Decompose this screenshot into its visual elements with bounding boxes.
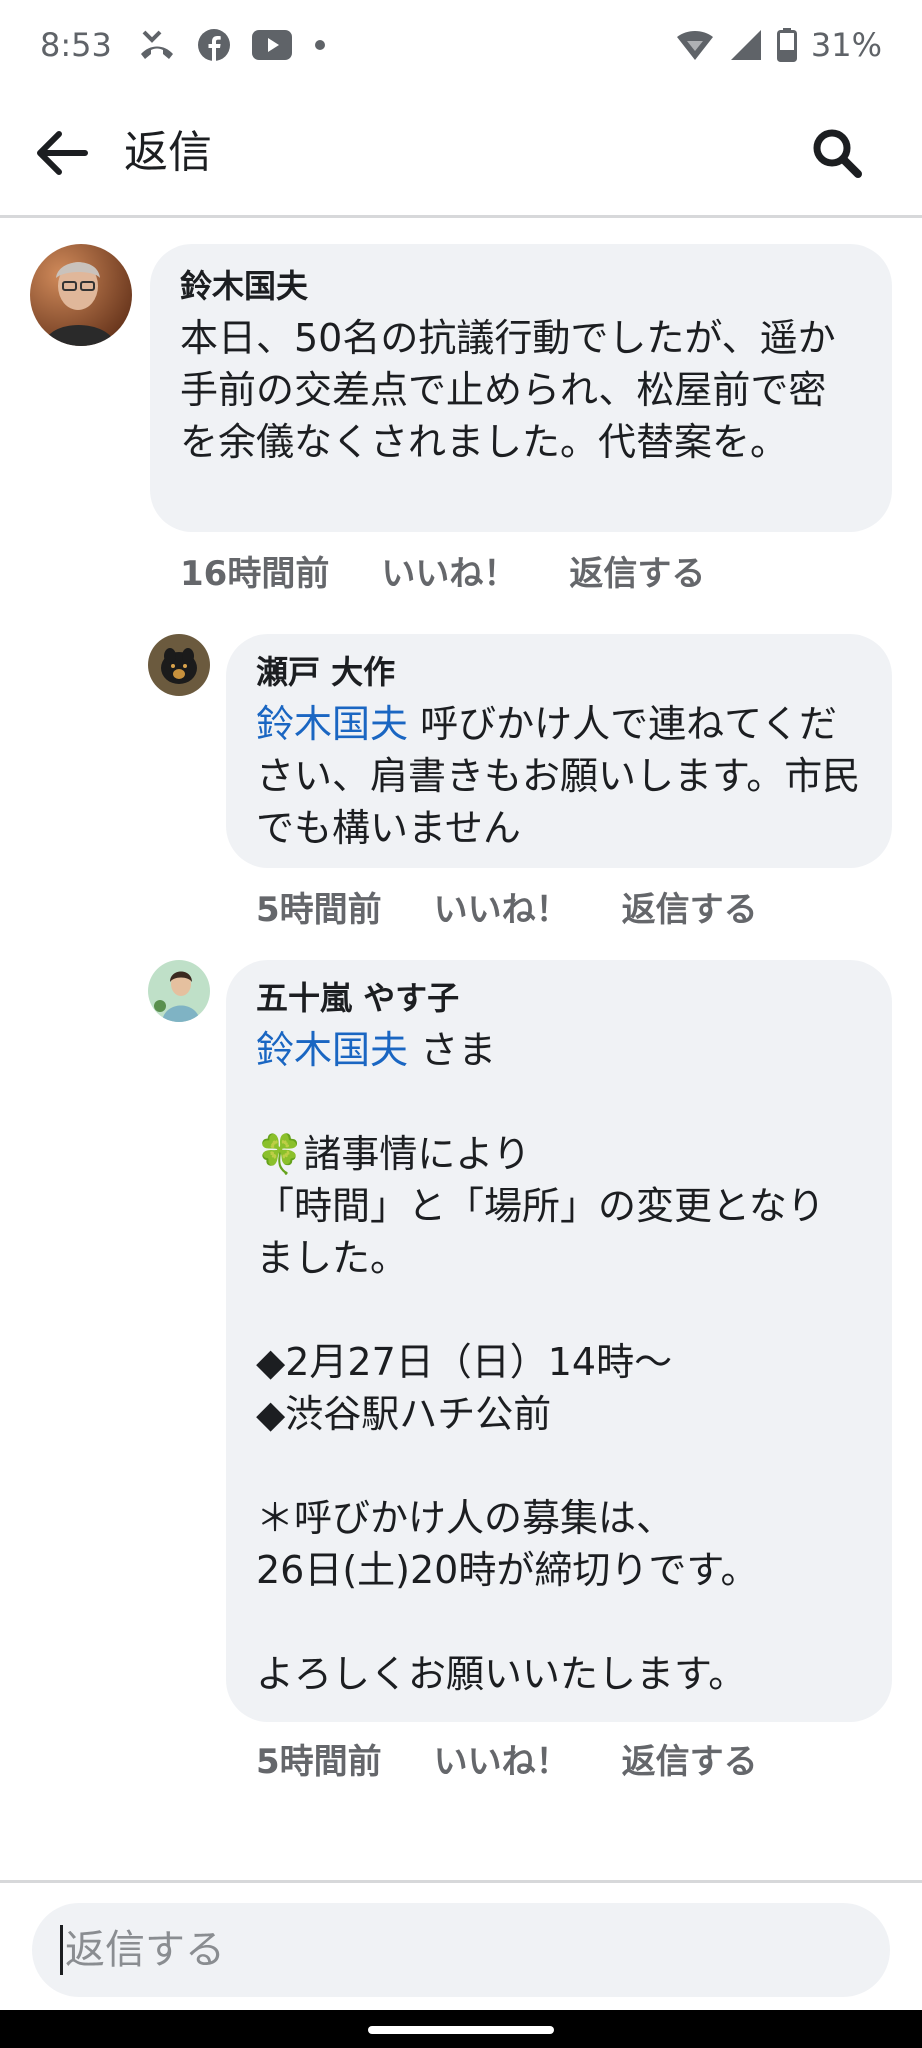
comment-text: 諸事情により 「時間」と「場所」の変更となりました。 ◆2月27日（日）14時～… [256,1132,825,1696]
like-button[interactable]: いいね！ [381,546,517,595]
mention-link[interactable]: 鈴木国夫 [256,1028,408,1072]
reply-button[interactable]: 返信する [622,882,758,931]
avatar[interactable] [30,244,132,346]
mention-link[interactable]: 鈴木国夫 [256,702,408,746]
signal-icon [729,29,763,61]
text-caret [60,1925,63,1975]
comment-bubble: 瀬戸 大作 鈴木国夫 呼びかけ人で連ねてください、肩書きもお願いします。市民でも… [226,634,892,868]
comment-text: 本日、50名の抗議行動でしたが、遥か手前の交差点で止められ、松屋前で密を余儀なく… [180,316,836,464]
comment-author[interactable]: 鈴木国夫 [180,264,862,308]
back-arrow-icon[interactable] [32,124,90,182]
comment-body-rest: 🍀諸事情により 「時間」と「場所」の変更となりました。 ◆2月27日（日）14時… [256,1128,862,1700]
comment-author[interactable]: 瀬戸 大作 [256,650,862,694]
comment-time: 5時間前 [256,890,382,930]
comment-time: 16時間前 [180,554,330,594]
system-nav-bar [0,2010,922,2048]
status-time: 8:53 [40,26,112,64]
dot-icon [314,39,326,51]
comment-author[interactable]: 五十嵐 やす子 [256,976,862,1020]
youtube-icon [251,30,292,60]
reply-button[interactable]: 返信する [622,1734,758,1783]
reply-button[interactable]: 返信する [569,546,705,595]
like-button[interactable]: いいね！ [434,1734,570,1783]
battery-level: 31% [810,26,882,64]
reply-input[interactable] [65,1927,825,1973]
facebook-icon [197,29,230,61]
comment-actions: 5時間前 いいね！ 返信する [256,882,810,931]
comment-bubble: 五十嵐 やす子 鈴木国夫 さま 🍀諸事情により 「時間」と「場所」の変更となりま… [226,960,892,1722]
battery-icon [776,28,797,62]
page-title: 返信 [124,127,212,178]
comment-actions: 16時間前 いいね！ 返信する [180,546,757,595]
comment-body: 鈴木国夫 呼びかけ人で連ねてください、肩書きもお願いします。市民でも構いません [256,698,862,854]
reply-composer[interactable] [32,1903,890,1997]
reply-composer-bar [0,1880,922,2010]
comment-time: 5時間前 [256,1742,382,1782]
comment-actions: 5時間前 いいね！ 返信する [256,1734,810,1783]
app-bar: 返信 [0,90,922,218]
status-bar: 8:53 31% [0,0,922,90]
missed-call-icon [138,28,176,62]
avatar[interactable] [148,960,210,1022]
mention-suffix: さま [408,1028,497,1072]
clover-icon: 🍀 [256,1132,304,1176]
home-gesture-handle[interactable] [368,2026,554,2034]
search-icon[interactable] [808,124,866,182]
like-button[interactable]: いいね！ [434,882,570,931]
avatar[interactable] [148,634,210,696]
comment-bubble: 鈴木国夫 本日、50名の抗議行動でしたが、遥か手前の交差点で止められ、松屋前で密… [150,244,892,532]
wifi-icon [675,29,715,61]
comment-body: 鈴木国夫 さま [256,1024,862,1076]
